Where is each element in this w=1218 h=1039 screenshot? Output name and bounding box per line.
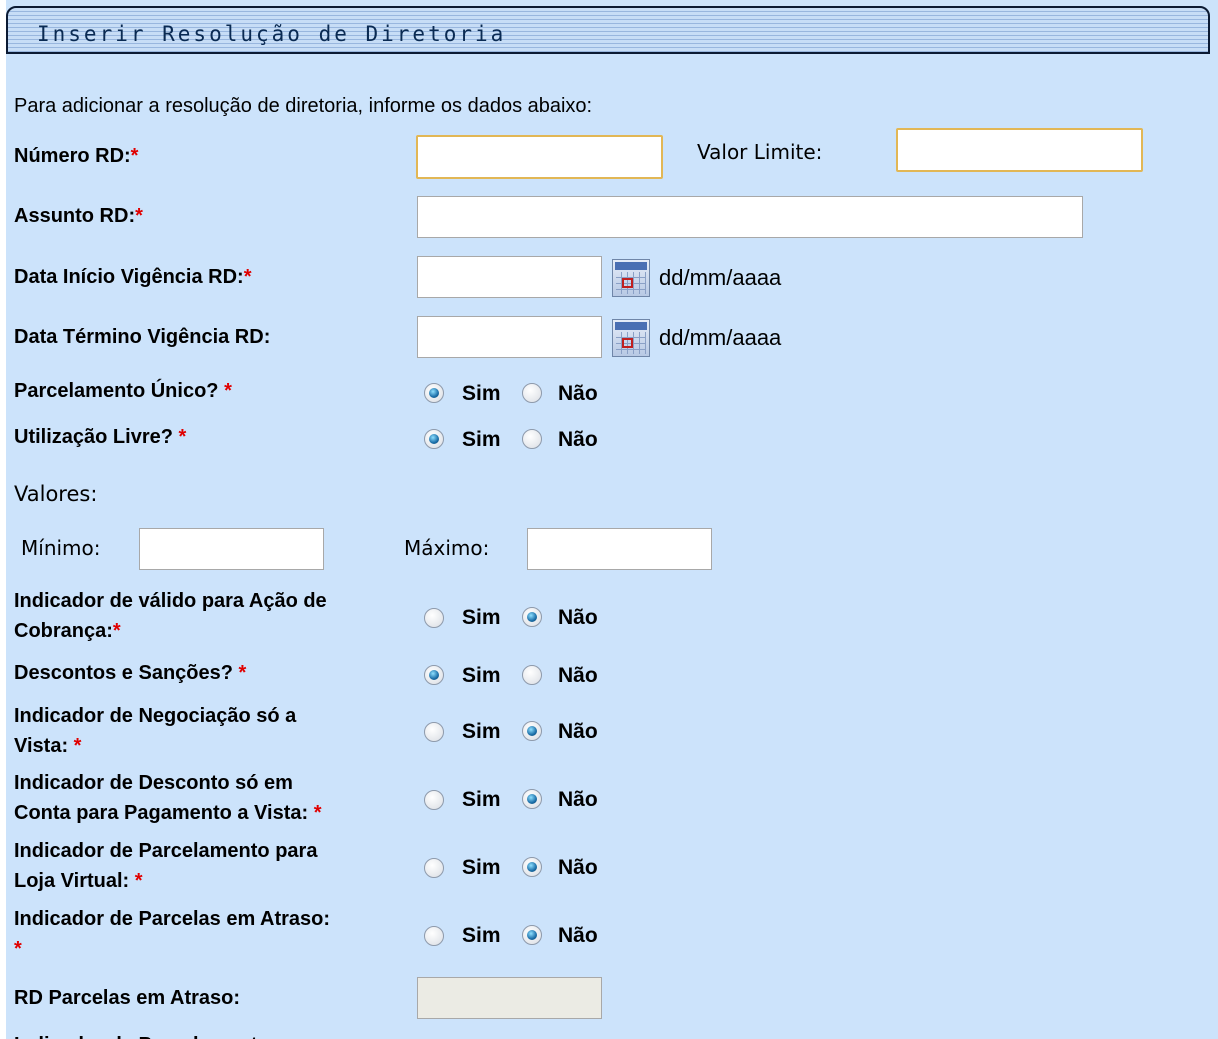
- desconto-conta-sim-radio[interactable]: [424, 790, 444, 810]
- rd-parcelas-atraso-label: RD Parcelas em Atraso:: [14, 987, 241, 1009]
- date-format-hint: dd/mm/aaaa: [659, 265, 782, 290]
- sim-label: Sim: [462, 856, 501, 879]
- title-bar: Inserir Resolução de Diretoria: [6, 6, 1210, 54]
- minimo-input[interactable]: [139, 528, 324, 570]
- valores-label: Valores:: [14, 482, 98, 506]
- minimo-label: Mínimo:: [21, 536, 101, 560]
- sim-label: Sim: [462, 924, 501, 947]
- negociacao-vista-nao-radio[interactable]: [522, 721, 542, 741]
- desconto-conta-label: Indicador de Desconto só em Conta para Pa…: [14, 772, 322, 824]
- parcelas-atraso-nao-radio[interactable]: [522, 925, 542, 945]
- calendar-icon[interactable]: [612, 319, 650, 357]
- page-title: Inserir Resolução de Diretoria: [37, 22, 507, 46]
- valor-limite-input[interactable]: [896, 128, 1143, 172]
- utilizacao-livre-sim-radio[interactable]: [424, 429, 444, 449]
- sim-label: Sim: [462, 664, 501, 687]
- descontos-sancoes-sim-radio[interactable]: [424, 665, 444, 685]
- calendar-icon[interactable]: [612, 259, 650, 297]
- loja-virtual-nao-radio[interactable]: [522, 857, 542, 877]
- nao-label: Não: [558, 924, 598, 947]
- negociacao-vista-sim-radio[interactable]: [424, 722, 444, 742]
- parcelamento-unico-label: Parcelamento Único? *: [14, 380, 232, 402]
- nao-label: Não: [558, 788, 598, 811]
- loja-virtual-sim-radio[interactable]: [424, 858, 444, 878]
- data-inicio-label: Data Início Vigência RD:*: [14, 266, 252, 288]
- nao-label: Não: [558, 606, 598, 629]
- sim-label: Sim: [462, 382, 501, 405]
- loja-virtual-label: Indicador de Parcelamento para Loja Virtu…: [14, 840, 318, 892]
- sim-label: Sim: [462, 720, 501, 743]
- valor-limite-label: Valor Limite:: [697, 140, 823, 164]
- acao-cobranca-label: Indicador de válido para Ação de Cobrança…: [14, 590, 327, 642]
- parcelas-atraso-sim-radio[interactable]: [424, 926, 444, 946]
- maximo-input[interactable]: [527, 528, 712, 570]
- numero-rd-input[interactable]: [416, 135, 663, 179]
- nao-label: Não: [558, 856, 598, 879]
- descontos-sancoes-label: Descontos e Sanções? *: [14, 662, 247, 684]
- nao-label: Não: [558, 720, 598, 743]
- sim-label: Sim: [462, 606, 501, 629]
- maximo-label: Máximo:: [404, 536, 490, 560]
- instructions-text: Para adicionar a resolução de diretoria,…: [14, 95, 593, 117]
- parcelas-atraso-label: Indicador de Parcelas em Atraso: *: [14, 908, 331, 960]
- descontos-sancoes-nao-radio[interactable]: [522, 665, 542, 685]
- acao-cobranca-nao-radio[interactable]: [522, 607, 542, 627]
- utilizacao-livre-nao-radio[interactable]: [522, 429, 542, 449]
- assunto-rd-input[interactable]: [417, 196, 1083, 238]
- desconto-conta-nao-radio[interactable]: [522, 789, 542, 809]
- acao-cobranca-sim-radio[interactable]: [424, 608, 444, 628]
- numero-rd-label: Número RD:*: [14, 145, 139, 167]
- sim-label: Sim: [462, 428, 501, 451]
- parcelamento-unico-nao-radio[interactable]: [522, 383, 542, 403]
- nao-label: Não: [558, 428, 598, 451]
- parcelamento-unico-sim-radio[interactable]: [424, 383, 444, 403]
- rd-parcelas-atraso-input: [417, 977, 602, 1019]
- nao-label: Não: [558, 382, 598, 405]
- date-format-hint: dd/mm/aaaa: [659, 325, 782, 350]
- data-inicio-input[interactable]: [417, 256, 602, 298]
- sim-label: Sim: [462, 788, 501, 811]
- negociacao-vista-label: Indicador de Negociação só a Vista: *: [14, 705, 297, 757]
- data-termino-label: Data Término Vigência RD:: [14, 326, 271, 348]
- next-row-label: Indicador de Parcelamento: [14, 1030, 270, 1039]
- nao-label: Não: [558, 664, 598, 687]
- assunto-rd-label: Assunto RD:*: [14, 205, 143, 227]
- utilizacao-livre-label: Utilização Livre? *: [14, 426, 187, 448]
- data-termino-input[interactable]: [417, 316, 602, 358]
